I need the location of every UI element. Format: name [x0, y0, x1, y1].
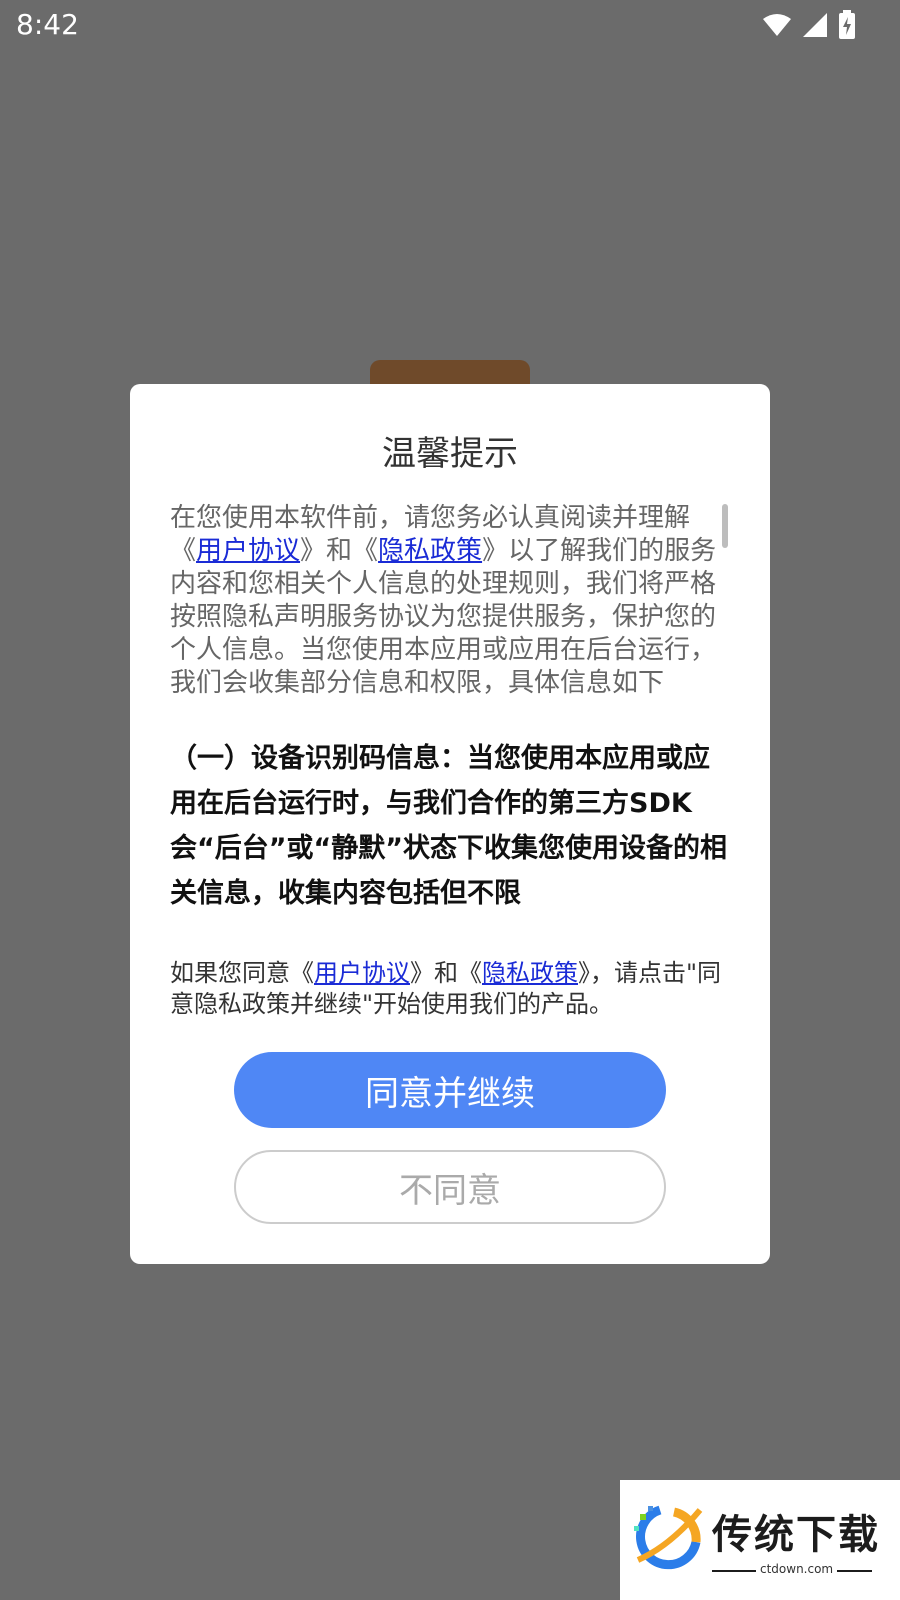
watermark: 传统下载 ctdown.com: [620, 1480, 900, 1600]
dialog-title: 温馨提示: [382, 434, 518, 474]
agree-text-part: 如果您同意《: [170, 959, 314, 987]
watermark-brand: 传统下载: [712, 1512, 880, 1558]
watermark-domain: ctdown.com: [756, 1562, 838, 1576]
status-bar: 8:42: [0, 0, 900, 50]
status-time: 8:42: [16, 8, 79, 41]
scrollbar-thumb[interactable]: [722, 504, 728, 548]
disagree-button[interactable]: 不同意: [234, 1150, 666, 1224]
intro-text-part: 》和《: [300, 536, 379, 566]
agree-continue-button[interactable]: 同意并继续: [234, 1052, 666, 1128]
privacy-dialog: 温馨提示 在您使用本软件前，请您务必认真阅读并理解《用户协议》和《隐私政策》以了…: [130, 384, 770, 1264]
wifi-icon: [763, 14, 791, 36]
status-icons: [762, 10, 856, 40]
signal-icon: [803, 13, 827, 37]
dialog-scroll-content[interactable]: 在您使用本软件前，请您务必认真阅读并理解《用户协议》和《隐私政策》以了解我们的服…: [170, 502, 730, 914]
agree-text: 如果您同意《用户协议》和《隐私政策》，请点击"同意隐私政策并继续"开始使用我们的…: [170, 958, 730, 1020]
intro-text: 在您使用本软件前，请您务必认真阅读并理解《用户协议》和《隐私政策》以了解我们的服…: [170, 502, 730, 700]
battery-charging-icon: [839, 10, 855, 39]
privacy-policy-link[interactable]: 隐私政策: [378, 536, 482, 566]
agree-text-part: 》和《: [410, 959, 482, 987]
user-agreement-link[interactable]: 用户协议: [196, 536, 300, 566]
ctdown-logo-icon: [634, 1505, 703, 1570]
user-agreement-link[interactable]: 用户协议: [314, 959, 410, 987]
device-id-section: （一）设备识别码信息：当您使用本应用或应用在后台运行时，与我们合作的第三方SDK…: [170, 743, 727, 909]
privacy-policy-link[interactable]: 隐私政策: [482, 959, 578, 987]
